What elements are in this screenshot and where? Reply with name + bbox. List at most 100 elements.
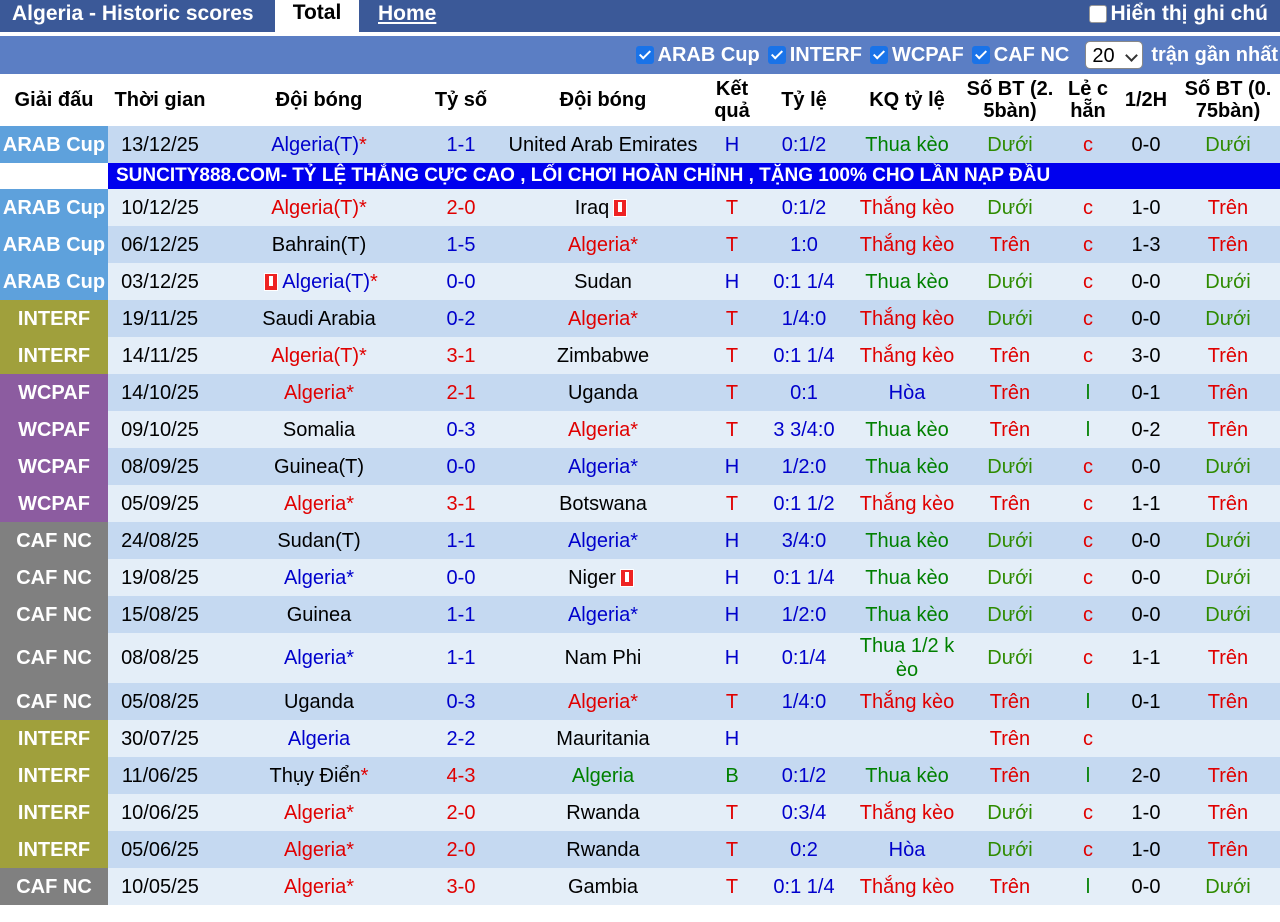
- table-row[interactable]: WCPAF 14/10/25 Algeria* 2-1 Uganda T 0:1 Hòa Trê…: [0, 374, 1280, 411]
- score[interactable]: 2-2: [426, 720, 496, 757]
- filter-arab-cup[interactable]: ARAB Cup: [635, 44, 760, 67]
- score[interactable]: 2-0: [426, 831, 496, 868]
- away-team[interactable]: Mauritania: [496, 720, 710, 757]
- league-badge[interactable]: WCPAF: [0, 485, 108, 522]
- home-team-name[interactable]: Algeria*: [284, 567, 354, 589]
- score[interactable]: 4-3: [426, 757, 496, 794]
- away-team[interactable]: Algeria*: [496, 596, 710, 633]
- score[interactable]: 1-1: [426, 596, 496, 633]
- home-team[interactable]: Algeria*: [212, 868, 426, 905]
- league-badge[interactable]: CAF NC: [0, 633, 108, 683]
- home-team-name[interactable]: Algeria(T): [271, 134, 359, 156]
- home-team-name[interactable]: Algeria*: [284, 382, 354, 404]
- home-team[interactable]: Algeria*: [212, 794, 426, 831]
- table-row[interactable]: INTERF 11/06/25 Thụy Điển* 4-3 Algeria B 0:1/2…: [0, 757, 1280, 794]
- table-row[interactable]: CAF NC 15/08/25 Guinea 1-1 Algeria* H 1/2:0 Thu…: [0, 596, 1280, 633]
- away-team-name[interactable]: Algeria*: [568, 308, 638, 330]
- home-team-name[interactable]: Guinea: [287, 604, 352, 626]
- away-team[interactable]: United Arab Emirates: [496, 126, 710, 163]
- table-row[interactable]: INTERF 19/11/25 Saudi Arabia 0-2 Algeria* T 1/…: [0, 300, 1280, 337]
- score[interactable]: 0-2: [426, 300, 496, 337]
- away-team[interactable]: Algeria*: [496, 226, 710, 263]
- home-team[interactable]: Algeria*: [212, 485, 426, 522]
- home-team[interactable]: Uganda: [212, 683, 426, 720]
- league-badge[interactable]: CAF NC: [0, 596, 108, 633]
- table-row[interactable]: ARAB Cup 03/12/25 Algeria(T)* 0-0 Sudan H 0:1 …: [0, 263, 1280, 300]
- table-row[interactable]: CAF NC 05/08/25 Uganda 0-3 Algeria* T 1/4:0 Thắ…: [0, 683, 1280, 720]
- home-team[interactable]: Sudan(T): [212, 522, 426, 559]
- score[interactable]: 2-1: [426, 374, 496, 411]
- filter-wcpaf[interactable]: WCPAF: [869, 44, 964, 67]
- away-team[interactable]: Rwanda: [496, 794, 710, 831]
- home-team-name[interactable]: Algeria: [288, 728, 350, 750]
- tab-home[interactable]: Home: [378, 2, 436, 26]
- away-team-name[interactable]: Algeria*: [568, 691, 638, 713]
- home-team[interactable]: Algeria*: [212, 559, 426, 596]
- table-row[interactable]: ARAB Cup 13/12/25 Algeria(T)* 1-1 United Ara…: [0, 126, 1280, 163]
- show-notes-toggle[interactable]: Hiển thị ghi chú: [1088, 2, 1268, 26]
- table-row[interactable]: CAF NC 19/08/25 Algeria* 0-0 Niger H 0:1 1/4 Th…: [0, 559, 1280, 596]
- filter-caf-nc[interactable]: CAF NC: [971, 44, 1069, 67]
- league-badge[interactable]: ARAB Cup: [0, 226, 108, 263]
- score[interactable]: 3-1: [426, 485, 496, 522]
- league-badge[interactable]: CAF NC: [0, 868, 108, 905]
- away-team-name[interactable]: Algeria*: [568, 419, 638, 441]
- home-team-name[interactable]: Saudi Arabia: [262, 308, 375, 330]
- league-badge[interactable]: INTERF: [0, 831, 108, 868]
- ad-banner[interactable]: SUNCITY888.COM- TỶ LỆ THẮNG CỰC CAO , LỐ…: [108, 163, 1280, 189]
- home-team-name[interactable]: Uganda: [284, 691, 354, 713]
- table-row[interactable]: INTERF 14/11/25 Algeria(T)* 3-1 Zimbabwe T 0:1…: [0, 337, 1280, 374]
- home-team-name[interactable]: Algeria*: [284, 839, 354, 861]
- score[interactable]: 2-0: [426, 189, 496, 226]
- league-badge[interactable]: INTERF: [0, 757, 108, 794]
- home-team[interactable]: Guinea(T): [212, 448, 426, 485]
- league-badge[interactable]: INTERF: [0, 337, 108, 374]
- home-team-name[interactable]: Algeria*: [284, 876, 354, 898]
- home-team[interactable]: Algeria(T)*: [212, 263, 426, 300]
- away-team-name[interactable]: Rwanda: [566, 839, 639, 861]
- away-team[interactable]: Nam Phi: [496, 633, 710, 683]
- home-team[interactable]: Bahrain(T): [212, 226, 426, 263]
- away-team[interactable]: Niger: [496, 559, 710, 596]
- home-team[interactable]: Algeria: [212, 720, 426, 757]
- away-team-name[interactable]: Botswana: [559, 493, 647, 515]
- away-team-name[interactable]: Sudan: [574, 271, 632, 293]
- score[interactable]: 0-3: [426, 683, 496, 720]
- league-badge[interactable]: INTERF: [0, 300, 108, 337]
- home-team-name[interactable]: Bahrain(T): [272, 234, 366, 256]
- league-badge[interactable]: WCPAF: [0, 374, 108, 411]
- league-badge[interactable]: ARAB Cup: [0, 126, 108, 163]
- away-team-name[interactable]: Algeria*: [568, 604, 638, 626]
- score[interactable]: 1-5: [426, 226, 496, 263]
- league-badge[interactable]: WCPAF: [0, 448, 108, 485]
- home-team[interactable]: Algeria*: [212, 374, 426, 411]
- home-team-name[interactable]: Algeria(T): [271, 197, 359, 219]
- table-row[interactable]: CAF NC 08/08/25 Algeria* 1-1 Nam Phi H 0:1/4 Th…: [0, 633, 1280, 683]
- away-team[interactable]: Botswana: [496, 485, 710, 522]
- away-team[interactable]: Algeria*: [496, 683, 710, 720]
- home-team-name[interactable]: Thụy Điển: [270, 765, 361, 787]
- away-team[interactable]: Zimbabwe: [496, 337, 710, 374]
- score[interactable]: 2-0: [426, 794, 496, 831]
- tab-total[interactable]: Total: [275, 0, 359, 32]
- away-team-name[interactable]: Algeria*: [568, 456, 638, 478]
- table-row[interactable]: WCPAF 05/09/25 Algeria* 3-1 Botswana T 0:1 1/2…: [0, 485, 1280, 522]
- home-team-name[interactable]: Algeria(T): [282, 271, 370, 293]
- away-team-name[interactable]: Niger: [568, 567, 616, 589]
- table-row[interactable]: INTERF 10/06/25 Algeria* 2-0 Rwanda T 0:3/4 Thắ…: [0, 794, 1280, 831]
- league-badge[interactable]: CAF NC: [0, 683, 108, 720]
- away-team[interactable]: Algeria: [496, 757, 710, 794]
- table-row[interactable]: ARAB Cup 10/12/25 Algeria(T)* 2-0 Iraq T 0:1/2…: [0, 189, 1280, 226]
- away-team-name[interactable]: Gambia: [568, 876, 638, 898]
- away-team-name[interactable]: Nam Phi: [565, 647, 642, 669]
- away-team[interactable]: Algeria*: [496, 411, 710, 448]
- league-badge[interactable]: INTERF: [0, 794, 108, 831]
- home-team[interactable]: Guinea: [212, 596, 426, 633]
- away-team-name[interactable]: United Arab Emirates: [509, 134, 698, 156]
- table-row[interactable]: INTERF 05/06/25 Algeria* 2-0 Rwanda T 0:2 Hòa Dư…: [0, 831, 1280, 868]
- home-team[interactable]: Algeria(T)*: [212, 337, 426, 374]
- show-notes-checkbox[interactable]: [1088, 5, 1107, 23]
- away-team-name[interactable]: Algeria*: [568, 530, 638, 552]
- away-team-name[interactable]: Iraq: [575, 197, 609, 219]
- away-team[interactable]: Sudan: [496, 263, 710, 300]
